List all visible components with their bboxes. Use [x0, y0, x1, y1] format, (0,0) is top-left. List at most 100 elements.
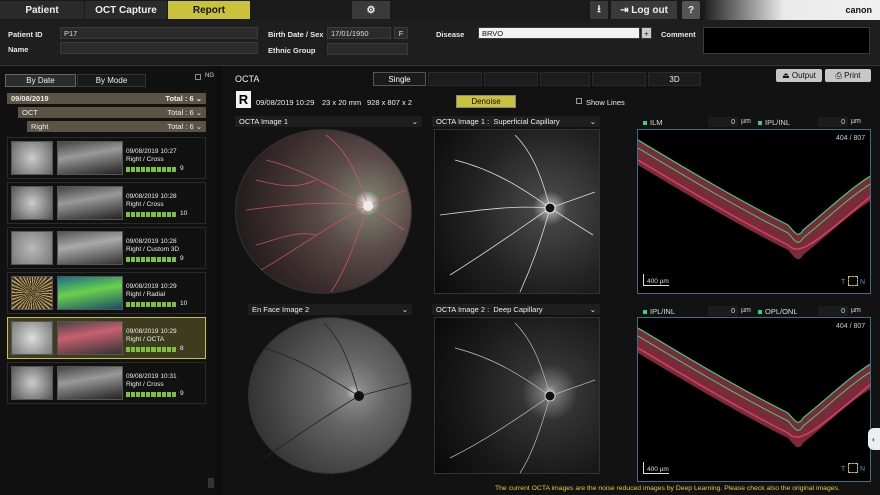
exam-datetime: 09/08/2019 10:27 [126, 148, 177, 155]
layer-tag-ipl-inl-2-label: IPL/INL [650, 307, 676, 316]
quality-score: 8 [180, 345, 184, 352]
ng-checkbox[interactable] [195, 74, 201, 80]
offset-input-ipl-inl-2[interactable]: 0 [708, 306, 738, 316]
sex-field[interactable]: F [394, 27, 408, 39]
bscan-1[interactable] [637, 129, 871, 294]
tab-by-date[interactable]: By Date [5, 74, 76, 87]
exam-row[interactable]: 09/08/2019 10:28 Right / Cross 10 [7, 182, 206, 224]
fundus-thumbnail [11, 366, 53, 400]
layer-tag-ipl-inl-2[interactable]: IPL/INL [643, 307, 675, 316]
unit-label: µm [851, 118, 861, 125]
green-marker-icon [643, 120, 647, 125]
birth-label: Birth Date / Sex [268, 30, 324, 39]
print-button[interactable]: ⎙ Print [825, 69, 871, 82]
logout-button[interactable]: ⇥ Log out [611, 1, 677, 19]
image-4-title-layer: Deep Capillary [493, 305, 543, 314]
quality-bar [126, 212, 176, 217]
vessel-overlay-white [449, 322, 596, 474]
image-2-title[interactable]: OCTA Image 1 : Superficial Capillary ⌄ [432, 116, 600, 127]
tab-3[interactable] [484, 72, 538, 86]
bscan-2[interactable] [637, 317, 871, 482]
disease-field[interactable]: BRVO [478, 27, 640, 39]
scrollbar[interactable] [208, 478, 214, 488]
tree-right-total: Total : 6 [167, 122, 194, 131]
exam-row[interactable]: 09/08/2019 10:31 Right / Cross 9 [7, 362, 206, 404]
offset-input-opl-onl[interactable]: 0 [818, 306, 848, 316]
vessel-overlay-red [245, 134, 407, 293]
tab-single[interactable]: Single [373, 72, 426, 86]
zoom-icon[interactable] [848, 463, 858, 473]
fundus-thumbnail [11, 321, 53, 355]
tree-date[interactable]: 09/08/2019 Total : 6 ⌄ [7, 93, 206, 104]
green-marker-icon [758, 309, 762, 314]
name-field[interactable] [60, 42, 258, 54]
scale-bar: 400 µm [643, 274, 669, 286]
en-face-image-2[interactable] [248, 317, 412, 474]
tree-oct[interactable]: OCT Total : 6 ⌄ [18, 107, 206, 118]
quality-bar [126, 392, 176, 397]
offset-input-ilm[interactable]: 0 [708, 117, 738, 127]
printer-icon: ⎙ [835, 70, 845, 80]
tab-by-mode[interactable]: By Mode [77, 74, 146, 87]
image-1-title[interactable]: OCTA Image 1 ⌄ [235, 116, 422, 127]
tab-report[interactable]: Report [168, 1, 250, 19]
offset-input-ipl-inl[interactable]: 0 [818, 117, 848, 127]
fundus-thumbnail [11, 186, 53, 220]
birth-field[interactable]: 17/01/1950 [327, 27, 391, 39]
vessel-overlay-gray [263, 322, 410, 459]
ethnic-field[interactable] [327, 43, 408, 55]
layer-tag-opl-onl[interactable]: OPL/ONL [758, 307, 798, 316]
zoom-icon[interactable] [848, 276, 858, 286]
bscan-thumbnail [57, 321, 123, 355]
exam-row[interactable]: 09/08/2019 10:28 Right / Custom 3D 9 [7, 227, 206, 269]
comment-field[interactable] [703, 27, 870, 54]
tab-4[interactable] [540, 72, 590, 86]
image-4-title-prefix: OCTA Image 2 : [436, 305, 490, 314]
side-panel-toggle[interactable]: ◐ [868, 428, 880, 450]
exam-mode: Right / Cross [126, 201, 164, 208]
scan-resolution: 928 x 807 x 2 [367, 98, 413, 107]
scale-bar: 400 µm [643, 462, 669, 474]
help-button[interactable]: ? [682, 1, 700, 19]
add-icon[interactable]: + [641, 27, 652, 39]
octa-image-1[interactable] [235, 129, 412, 294]
image-4-title[interactable]: OCTA Image 2 : Deep Capillary ⌄ [432, 304, 600, 315]
chevron-down-icon: ⌄ [193, 94, 202, 103]
tab-oct-capture[interactable]: OCT Capture [85, 1, 167, 19]
tab-2[interactable] [428, 72, 482, 86]
output-button[interactable]: ⏏ Output [776, 69, 822, 82]
octa-image-deep[interactable] [434, 317, 600, 474]
patient-id-field[interactable]: P17 [60, 27, 258, 39]
denoise-button[interactable]: Denoise [456, 95, 516, 108]
layer-tag-ipl-inl[interactable]: IPL/INL [758, 118, 790, 127]
layer-tag-ilm-label: ILM [650, 118, 663, 127]
exam-row[interactable]: 09/08/2019 10:27 Right / Cross 9 [7, 137, 206, 179]
show-lines-checkbox[interactable] [576, 98, 582, 104]
orientation-n: N [860, 279, 866, 286]
download-icon[interactable]: ⭳ [590, 1, 608, 19]
exam-mode: Right / Custom 3D [126, 246, 180, 253]
disease-label: Disease [436, 30, 465, 39]
scan-datetime: 09/08/2019 10:29 [256, 98, 315, 107]
chevron-down-icon: ⌄ [589, 305, 596, 314]
top-bar: Patient OCT Capture Report ⚙ ⭳ ⇥ Log out… [0, 0, 880, 20]
fundus-thumbnail [11, 141, 53, 175]
exam-row[interactable]: 09/08/2019 10:29 Right / Radial 10 [7, 272, 206, 314]
tree-oct-label: OCT [22, 108, 38, 117]
chevron-down-icon: ⌄ [193, 108, 202, 117]
tab-5[interactable] [592, 72, 646, 86]
exam-row[interactable]: 09/08/2019 10:29 Right / OCTA 8 [7, 317, 206, 359]
gear-icon[interactable]: ⚙ [352, 1, 390, 19]
image-3-title[interactable]: En Face Image 2 ⌄ [248, 304, 412, 315]
bscan-thumbnail [57, 366, 123, 400]
tab-patient[interactable]: Patient [0, 1, 84, 19]
layer-tag-ilm[interactable]: ILM [643, 118, 663, 127]
image-1-title-text: OCTA Image 1 [239, 117, 289, 126]
tab-3d[interactable]: 3D [648, 72, 701, 86]
layer-tag-opl-onl-label: OPL/ONL [765, 307, 798, 316]
octa-image-superficial[interactable] [434, 129, 600, 294]
tree-right[interactable]: Right Total : 6 ⌄ [27, 121, 206, 132]
bscan-thumbnail [57, 186, 123, 220]
image-2-title-layer: Superficial Capillary [493, 117, 560, 126]
print-label: Print [844, 71, 861, 80]
